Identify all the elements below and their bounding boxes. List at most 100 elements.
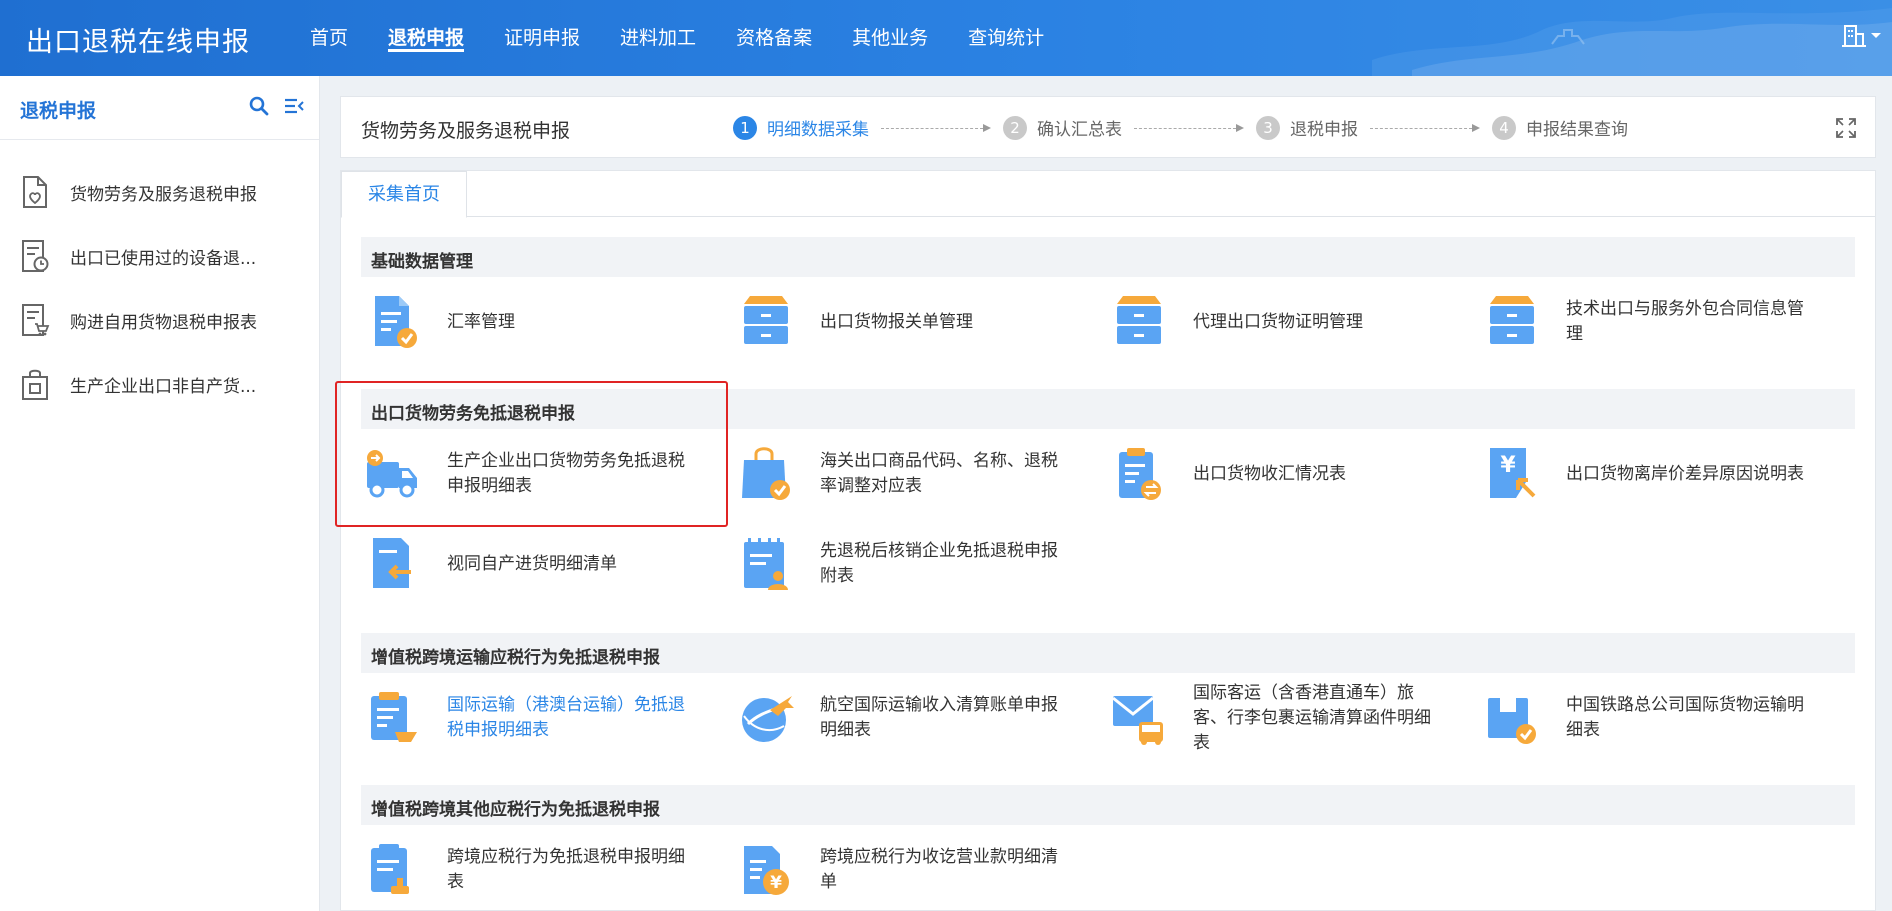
card-tech-export-contract[interactable]: 技术出口与服务外包合同信息管理 <box>1460 287 1810 357</box>
card-passenger-transport[interactable]: 国际客运（含香港直通车）旅客、行李包裹运输清算函件明细表 <box>1087 683 1437 753</box>
step-3[interactable]: 3 退税申报 <box>1256 115 1358 140</box>
doc-heart-icon <box>23 176 47 208</box>
card-customs-declaration[interactable]: 出口货物报关单管理 <box>714 287 1064 357</box>
airplane-icon <box>742 696 794 742</box>
card-deemed-self-produced[interactable]: 视同自产进货明细清单 <box>341 529 691 599</box>
step-label: 确认汇总表 <box>1037 120 1122 140</box>
step-1[interactable]: 1 明细数据采集 <box>733 115 869 140</box>
clipboard-stamp-icon <box>371 844 409 894</box>
mail-bus-icon <box>1112 696 1163 745</box>
enterprise-menu[interactable] <box>1842 22 1882 48</box>
tab-collection-home[interactable]: 采集首页 <box>341 171 467 218</box>
card-label: 出口货物收汇情况表 <box>1193 463 1346 484</box>
top-bar: 出口退税在线申报 首页 退税申报 证明申报 进料加工 资格备案 其他业务 查询统… <box>0 0 1892 76</box>
section-header: 增值税跨境运输应税行为免抵退税申报 <box>361 633 1855 673</box>
step-number: 4 <box>1492 115 1516 140</box>
bag-icon <box>22 369 48 400</box>
main-nav: 首页 退税申报 证明申报 进料加工 资格备案 其他业务 查询统计 <box>290 0 1064 76</box>
section-header: 增值税跨境其他应税行为免抵退税申报 <box>361 785 1855 825</box>
collapse-menu-icon[interactable] <box>283 96 305 116</box>
step-number: 1 <box>733 115 757 140</box>
card-international-transport[interactable]: 国际运输（港澳台运输）免抵退税申报明细表 <box>341 683 691 753</box>
sidebar-item-goods-refund[interactable]: 货物劳务及服务退税申报 <box>0 160 319 224</box>
card-label: 国际运输（港澳台运输）免抵退税申报明细表 <box>447 695 685 740</box>
card-cross-border-detail[interactable]: 跨境应税行为免抵退税申报明细表 <box>341 835 691 905</box>
card-aviation-settlement[interactable]: 航空国际运输收入清算账单申报明细表 <box>714 683 1064 753</box>
nav-other[interactable]: 其他业务 <box>832 0 948 76</box>
card-label: 海关出口商品代码、名称、退税率调整对应表 <box>820 451 1058 496</box>
doc-check-icon <box>375 296 417 348</box>
sidebar-list: 货物劳务及服务退税申报 出口已使用过的设备退... 购进自用货物退税申报表 生产… <box>0 140 319 416</box>
step-4[interactable]: 4 申报结果查询 <box>1492 115 1628 140</box>
card-exchange-rate[interactable]: 汇率管理 <box>341 287 691 357</box>
tab-bar: 采集首页 <box>341 171 1875 218</box>
card-label: 出口货物离岸价差异原因说明表 <box>1566 463 1804 484</box>
clipboard-exchange-icon <box>1119 448 1161 500</box>
sidebar: 退税申报 货物劳务及服务退税申报 出口已使用过的设备退... 购进自用货物退税申… <box>0 76 320 911</box>
card-label: 代理出口货物证明管理 <box>1193 311 1363 332</box>
section-header: 出口货物劳务免抵退税申报 <box>361 389 1855 429</box>
truck-icon <box>367 450 417 498</box>
doc-yen-icon: ¥ <box>744 846 789 895</box>
nav-home[interactable]: 首页 <box>290 0 368 76</box>
card-label: 视同自产进货明细清单 <box>447 553 617 574</box>
section-title: 增值税跨境运输应税行为免抵退税申报 <box>371 648 660 668</box>
box-check-icon <box>1488 698 1536 744</box>
search-icon[interactable] <box>249 96 269 116</box>
sidebar-item-label: 货物劳务及服务退税申报 <box>70 184 257 205</box>
great-wall-decoration <box>1372 8 1892 76</box>
card-cross-border-receipts[interactable]: ¥ 跨境应税行为收讫营业款明细清单 <box>714 835 1064 905</box>
step-indicator: 1 明细数据采集 2 确认汇总表 3 退税申报 4 申报结果查询 <box>733 115 1628 140</box>
step-number: 3 <box>1256 115 1280 140</box>
card-railway-freight[interactable]: 中国铁路总公司国际货物运输明细表 <box>1460 683 1810 753</box>
step-number: 2 <box>1003 115 1027 140</box>
card-fob-difference[interactable]: ¥ 出口货物离岸价差异原因说明表 <box>1460 439 1810 509</box>
sidebar-item-self-use-goods[interactable]: 购进自用货物退税申报表 <box>0 288 319 352</box>
step-arrow <box>1370 123 1480 133</box>
step-label: 退税申报 <box>1290 120 1358 140</box>
step-arrow <box>881 123 991 133</box>
card-refund-first-schedule[interactable]: 先退税后核销企业免抵退税申报附表 <box>714 529 1064 599</box>
cabinet-icon <box>1490 296 1534 344</box>
sidebar-item-label: 出口已使用过的设备退... <box>70 248 257 269</box>
sidebar-title: 退税申报 <box>20 100 97 122</box>
card-label: 先退税后核销企业免抵退税申报附表 <box>820 541 1058 586</box>
section-title: 基础数据管理 <box>371 252 473 272</box>
sidebar-item-used-equipment[interactable]: 出口已使用过的设备退... <box>0 224 319 288</box>
card-customs-code-mapping[interactable]: 海关出口商品代码、名称、退税率调整对应表 <box>714 439 1064 509</box>
sidebar-item-non-self-produced[interactable]: 生产企业出口非自产货... <box>0 352 319 416</box>
chevron-down-icon <box>1871 33 1881 38</box>
card-label: 生产企业出口货物劳务免抵退税申报明细表 <box>447 451 685 496</box>
nav-qualification[interactable]: 资格备案 <box>716 0 832 76</box>
doc-import-icon <box>373 538 411 588</box>
card-production-enterprise-detail[interactable]: 生产企业出口货物劳务免抵退税申报明细表 <box>341 439 691 509</box>
section-title: 出口货物劳务免抵退税申报 <box>371 404 575 424</box>
yen-doc-icon: ¥ <box>1490 448 1536 498</box>
card-label: 跨境应税行为免抵退税申报明细表 <box>447 847 685 892</box>
fullscreen-icon[interactable] <box>1835 117 1857 139</box>
nav-certificate[interactable]: 证明申报 <box>484 0 600 76</box>
doc-cart-icon <box>22 304 50 336</box>
clipboard-ship-icon <box>371 692 417 742</box>
sidebar-tools <box>249 96 305 116</box>
card-label: 国际客运（含香港直通车）旅客、行李包裹运输清算函件明细表 <box>1193 682 1431 753</box>
nav-tax-refund[interactable]: 退税申报 <box>368 0 484 76</box>
step-label: 明细数据采集 <box>767 120 869 140</box>
section-title: 增值税跨境其他应税行为免抵退税申报 <box>371 800 660 820</box>
page-title: 货物劳务及服务退税申报 <box>361 120 571 142</box>
card-label: 中国铁路总公司国际货物运输明细表 <box>1566 695 1804 740</box>
content-panel: 采集首页 基础数据管理 汇率管理 出口货物报关单管理 代理出口货物证明管理 技术… <box>340 170 1876 911</box>
card-agency-export-certificate[interactable]: 代理出口货物证明管理 <box>1087 287 1437 357</box>
step-2[interactable]: 2 确认汇总表 <box>1003 115 1122 140</box>
section-header: 基础数据管理 <box>361 237 1855 277</box>
card-label: 跨境应税行为收讫营业款明细清单 <box>820 847 1058 892</box>
step-arrow <box>1134 123 1244 133</box>
nav-query[interactable]: 查询统计 <box>948 0 1064 76</box>
card-label: 出口货物报关单管理 <box>820 311 973 332</box>
card-foreign-exchange-receipt[interactable]: 出口货物收汇情况表 <box>1087 439 1437 509</box>
declaration-steps-bar: 货物劳务及服务退税申报 1 明细数据采集 2 确认汇总表 3 退税申报 4 申报… <box>340 96 1876 158</box>
building-icon <box>1842 25 1866 47</box>
nav-processing[interactable]: 进料加工 <box>600 0 716 76</box>
sidebar-item-label: 生产企业出口非自产货... <box>70 376 257 397</box>
step-label: 申报结果查询 <box>1526 120 1628 140</box>
